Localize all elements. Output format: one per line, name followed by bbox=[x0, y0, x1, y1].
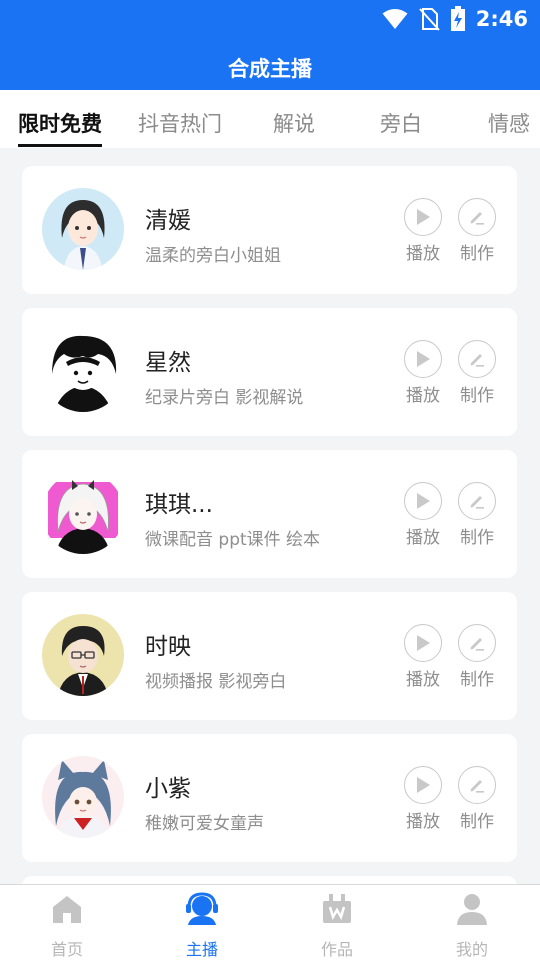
anchor-name: 时映 bbox=[145, 634, 191, 660]
make-button[interactable]: 制作 bbox=[457, 624, 497, 690]
wifi-icon bbox=[382, 9, 408, 29]
play-label: 播放 bbox=[406, 528, 440, 548]
anchor-name: 清媛 bbox=[145, 208, 191, 234]
play-icon bbox=[417, 209, 430, 225]
nav-profile-label: 我的 bbox=[455, 940, 488, 959]
make-label: 制作 bbox=[460, 244, 494, 264]
anchor-card[interactable]: 星然 纪录片旁白 影视解说 播放 制作 bbox=[22, 308, 517, 436]
play-label: 播放 bbox=[406, 812, 440, 832]
anchor-card[interactable]: 清媛 温柔的旁白小姐姐 播放 制作 bbox=[22, 166, 517, 294]
home-icon bbox=[53, 896, 81, 923]
status-bar: 2:46 bbox=[0, 0, 540, 38]
play-button[interactable]: 播放 bbox=[403, 340, 443, 406]
make-button[interactable]: 制作 bbox=[457, 482, 497, 548]
nav-profile[interactable]: 我的 bbox=[432, 891, 512, 960]
tab-emotion[interactable]: 情感 bbox=[488, 108, 530, 138]
edit-pencil-icon bbox=[470, 638, 484, 651]
avatar bbox=[42, 330, 124, 412]
play-icon bbox=[417, 351, 430, 367]
profile-icon bbox=[457, 894, 487, 925]
bottom-nav: 首页 主播 作品 我的 bbox=[0, 884, 540, 960]
play-icon bbox=[417, 777, 430, 793]
battery-charging-icon bbox=[450, 6, 465, 31]
avatar bbox=[42, 188, 124, 270]
play-icon bbox=[417, 635, 430, 651]
nav-works-label: 作品 bbox=[320, 940, 353, 959]
avatar bbox=[42, 756, 124, 838]
tab-commentary[interactable]: 解说 bbox=[273, 108, 315, 138]
make-label: 制作 bbox=[460, 386, 494, 406]
nav-anchor[interactable]: 主播 bbox=[162, 891, 242, 960]
status-icons: 2:46 bbox=[382, 6, 528, 32]
anchor-card[interactable]: 小紫 稚嫩可爱女童声 播放 制作 bbox=[22, 734, 517, 862]
edit-pencil-icon bbox=[470, 780, 484, 793]
make-label: 制作 bbox=[460, 812, 494, 832]
anchor-description: 温柔的旁白小姐姐 bbox=[145, 246, 281, 266]
tab-narration[interactable]: 旁白 bbox=[380, 108, 422, 138]
anchor-card[interactable]: 琪琪... 微课配音 ppt课件 绘本 播放 制作 bbox=[22, 450, 517, 578]
play-icon bbox=[417, 493, 430, 509]
play-label: 播放 bbox=[406, 244, 440, 264]
nav-works[interactable]: 作品 bbox=[297, 891, 377, 960]
page-title: 合成主播 bbox=[228, 57, 312, 81]
avatar bbox=[42, 614, 124, 696]
anchor-description: 纪录片旁白 影视解说 bbox=[145, 388, 304, 408]
edit-pencil-icon bbox=[470, 354, 484, 367]
anchor-card[interactable]: 时映 视频播报 影视旁白 播放 制作 bbox=[22, 592, 517, 720]
works-box-icon bbox=[323, 894, 351, 923]
status-time: 2:46 bbox=[475, 7, 528, 31]
anchor-description: 稚嫩可爱女童声 bbox=[145, 814, 264, 834]
anchor-description: 微课配音 ppt课件 绘本 bbox=[145, 530, 321, 550]
app-bar: 合成主播 bbox=[0, 38, 540, 90]
make-button[interactable]: 制作 bbox=[457, 198, 497, 264]
anchor-description: 视频播报 影视旁白 bbox=[145, 672, 287, 692]
no-sim-icon bbox=[419, 8, 440, 31]
anchor-name: 琪琪... bbox=[145, 492, 213, 518]
nav-anchor-label: 主播 bbox=[185, 940, 218, 959]
tab-indicator bbox=[18, 144, 102, 147]
make-button[interactable]: 制作 bbox=[457, 766, 497, 832]
make-label: 制作 bbox=[460, 528, 494, 548]
headset-icon bbox=[186, 892, 218, 925]
play-button[interactable]: 播放 bbox=[403, 766, 443, 832]
edit-pencil-icon bbox=[470, 212, 484, 225]
anchor-name: 小紫 bbox=[145, 776, 191, 802]
nav-home-label: 首页 bbox=[50, 940, 83, 959]
tab-douyin-hot[interactable]: 抖音热门 bbox=[138, 108, 222, 138]
play-button[interactable]: 播放 bbox=[403, 624, 443, 690]
anchor-name: 星然 bbox=[145, 350, 191, 376]
play-button[interactable]: 播放 bbox=[403, 198, 443, 264]
avatar bbox=[42, 472, 124, 554]
play-button[interactable]: 播放 bbox=[403, 482, 443, 548]
category-tabs: 限时免费 抖音热门 解说 旁白 情感 bbox=[0, 90, 540, 148]
play-label: 播放 bbox=[406, 386, 440, 406]
nav-home[interactable]: 首页 bbox=[27, 891, 107, 960]
make-label: 制作 bbox=[460, 670, 494, 690]
play-label: 播放 bbox=[406, 670, 440, 690]
make-button[interactable]: 制作 bbox=[457, 340, 497, 406]
tab-free[interactable]: 限时免费 bbox=[18, 108, 102, 138]
edit-pencil-icon bbox=[470, 496, 484, 509]
